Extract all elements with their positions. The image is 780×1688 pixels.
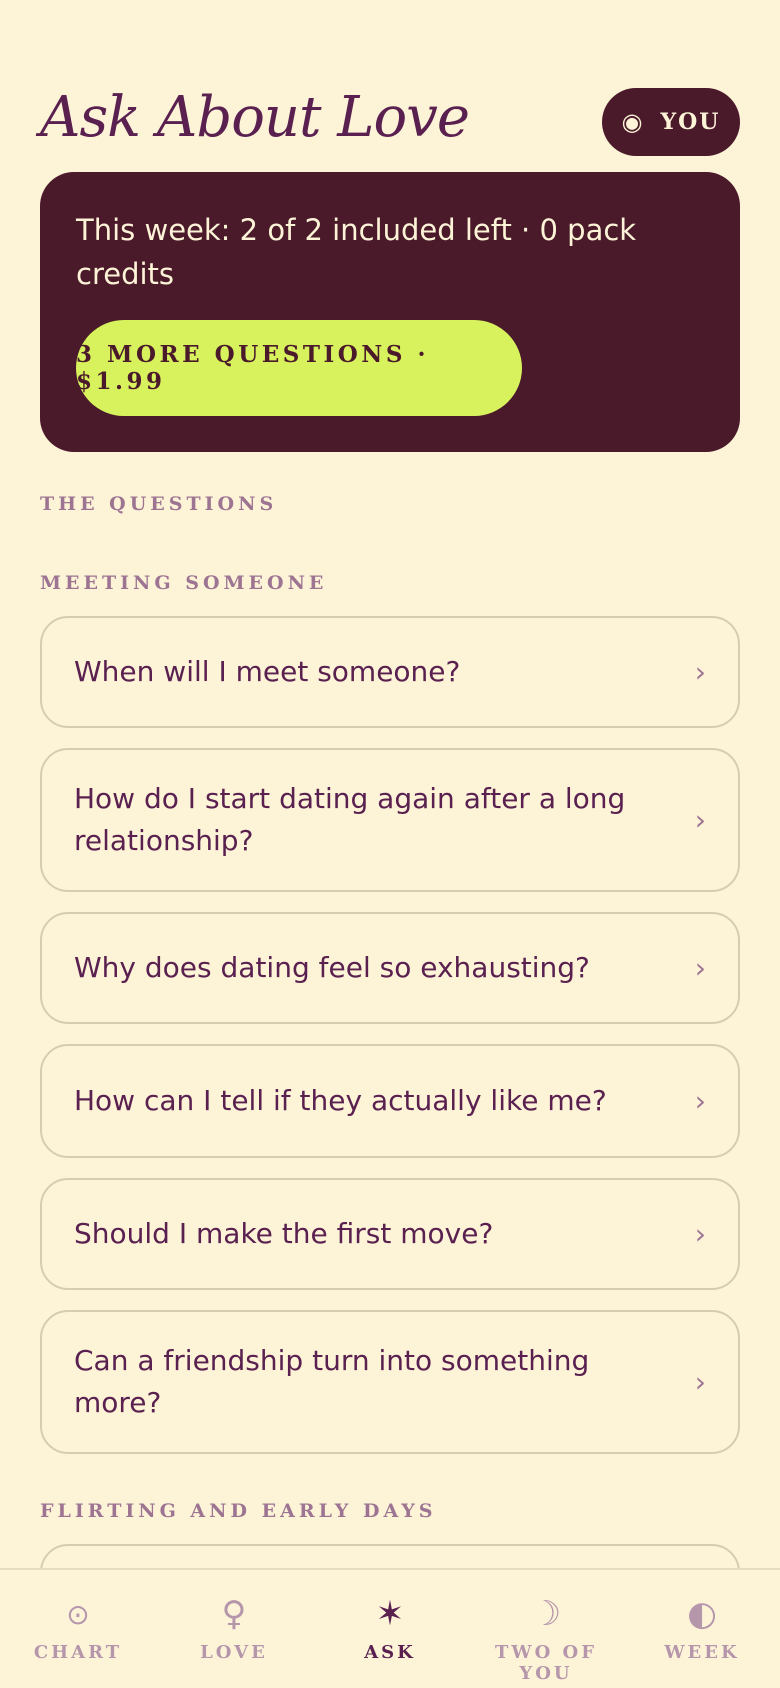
chevron-right-icon: › <box>694 803 706 837</box>
sun-icon: ◉ <box>621 107 645 136</box>
tab-two-of-you[interactable]: ☽ TWO OF YOU <box>468 1570 624 1688</box>
sun-circle-icon: ⊙ <box>66 1597 90 1631</box>
profile-button[interactable]: ◉ YOU <box>602 88 740 156</box>
star-icon: ✶ <box>375 1594 405 1634</box>
chevron-right-icon: › <box>694 1217 706 1251</box>
question-text: Should I make the first move? <box>74 1217 494 1250</box>
question-card[interactable]: When will I meet someone? › <box>40 616 740 728</box>
question-text: Can a friendship turn into something mor… <box>74 1344 590 1419</box>
question-text: How can I tell if they actually like me? <box>74 1084 607 1117</box>
chevron-right-icon: › <box>694 951 706 985</box>
page-title: Ask About Love <box>40 85 470 150</box>
tab-label: LOVE <box>200 1642 268 1663</box>
tab-love[interactable]: ♀ LOVE <box>156 1570 312 1688</box>
question-card[interactable]: Should I make the first move? › <box>40 1178 740 1290</box>
credits-status: This week: 2 of 2 included left · 0 pack… <box>76 213 637 291</box>
question-card[interactable]: How can I tell if they actually like me?… <box>40 1044 740 1158</box>
question-text: When will I meet someone? <box>74 655 461 688</box>
tab-ask[interactable]: ✶ ASK <box>312 1570 468 1688</box>
tab-label: ASK <box>364 1642 416 1663</box>
venus-icon: ♀ <box>221 1594 247 1634</box>
moon-icon: ☽ <box>530 1594 562 1634</box>
section-title-flirting: FLIRTING AND EARLY DAYS <box>40 1500 437 1522</box>
questions-heading: THE QUESTIONS <box>40 493 278 515</box>
chevron-right-icon: › <box>694 1365 706 1399</box>
tab-label: CHART <box>33 1642 123 1663</box>
header: Ask About Love ◉ YOU <box>40 82 740 158</box>
credits-card: This week: 2 of 2 included left · 0 pack… <box>40 172 740 452</box>
ask-about-love-screen: Ask About Love ◉ YOU This week: 2 of 2 i… <box>0 0 780 1688</box>
question-text: Why does dating feel so exhausting? <box>74 951 590 984</box>
question-card[interactable]: Can a friendship turn into something mor… <box>40 1310 740 1454</box>
chevron-right-icon: › <box>694 655 706 689</box>
tab-week[interactable]: ◐ WEEK <box>624 1570 780 1688</box>
buy-questions-button[interactable]: 3 MORE QUESTIONS · $1.99 <box>76 320 522 416</box>
profile-button-label: YOU <box>660 109 721 135</box>
half-circle-icon: ◐ <box>687 1594 717 1634</box>
tab-label: TWO OF YOU <box>494 1642 597 1684</box>
tab-label: WEEK <box>664 1642 740 1663</box>
chevron-right-icon: › <box>694 1084 706 1118</box>
question-text: How do I start dating again after a long… <box>74 782 626 857</box>
bottom-tab-bar: ⊙ CHART ♀ LOVE ✶ ASK ☽ TWO OF YOU ◐ WEEK <box>0 1568 780 1688</box>
question-card[interactable]: How do I start dating again after a long… <box>40 748 740 892</box>
question-card[interactable]: Why does dating feel so exhausting? › <box>40 912 740 1024</box>
section-title-meeting-someone: MEETING SOMEONE <box>40 572 328 594</box>
tab-chart[interactable]: ⊙ CHART <box>0 1570 156 1688</box>
